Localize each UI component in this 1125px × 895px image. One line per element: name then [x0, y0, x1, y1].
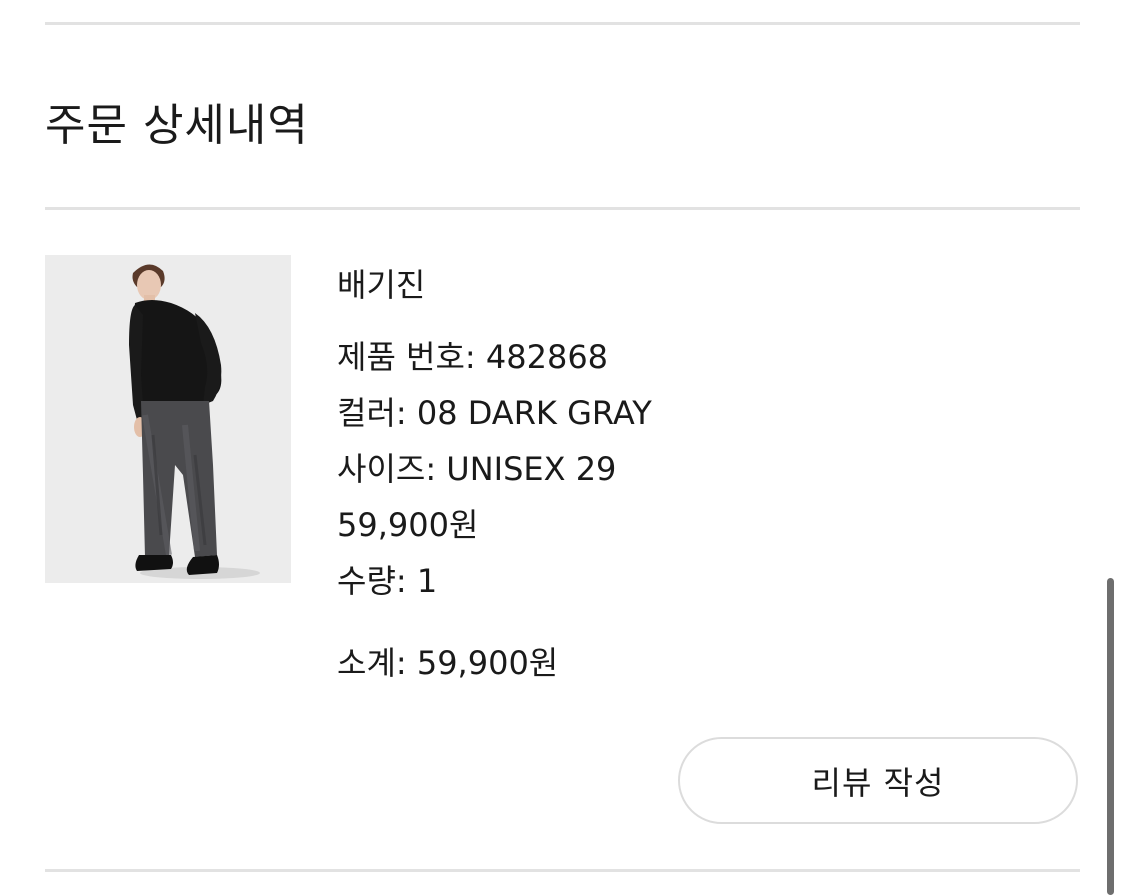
section-divider [45, 207, 1080, 210]
write-review-button[interactable]: 리뷰 작성 [678, 737, 1078, 824]
bottom-divider [45, 869, 1080, 872]
product-name[interactable]: 배기진 [337, 266, 425, 304]
product-quantity: 수량: 1 [337, 562, 438, 600]
product-price: 59,900원 [337, 506, 479, 544]
product-code: 제품 번호: 482868 [337, 338, 609, 376]
product-color: 컬러: 08 DARK GRAY [337, 394, 652, 432]
page-title: 주문 상세내역 [45, 100, 309, 151]
scrollbar[interactable] [1107, 578, 1114, 895]
product-size: 사이즈: UNISEX 29 [337, 450, 617, 488]
product-image[interactable] [45, 255, 291, 583]
subtotal: 소계: 59,900원 [337, 644, 559, 682]
top-divider [45, 22, 1080, 25]
product-photo-illustration [45, 255, 291, 583]
